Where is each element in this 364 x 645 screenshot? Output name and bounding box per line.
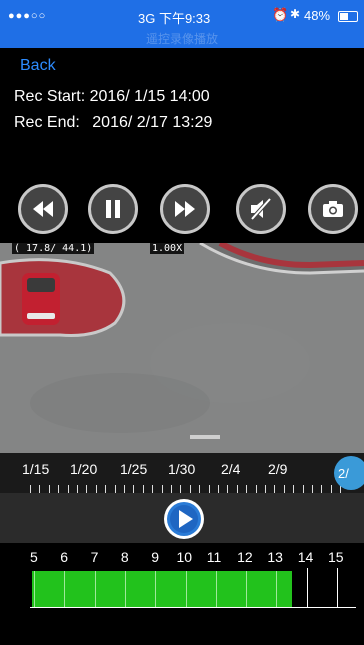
hour-tick-line — [64, 571, 66, 607]
hour-tick-line — [276, 571, 278, 607]
alarm-icon: ⏰ — [272, 7, 289, 22]
rec-start-row: Rec Start: 2016/ 1/15 14:00 — [14, 88, 210, 106]
date-ticks — [30, 483, 360, 493]
back-button[interactable]: Back — [20, 57, 56, 75]
hour-tick-label: 6 — [60, 549, 69, 565]
rewind-button[interactable] — [18, 184, 68, 234]
rec-start-label: Rec Start: — [14, 88, 86, 105]
video-view[interactable] — [0, 243, 364, 453]
date-tick-label: 1/25 — [120, 461, 148, 477]
hour-tick-line — [337, 568, 338, 608]
date-tick — [218, 485, 219, 493]
hour-tick-label: 14 — [297, 549, 314, 565]
hour-axis — [30, 607, 356, 608]
network-time: 3G 下午9:33 — [138, 11, 211, 26]
hour-tick-label: 12 — [237, 549, 253, 565]
date-tick — [30, 485, 31, 493]
rec-start-value: 2016/ 1/15 14:00 — [89, 88, 210, 105]
date-tick — [189, 485, 191, 493]
page-title: 遥控录像播放 — [145, 32, 218, 46]
battery-icon — [338, 11, 358, 22]
date-tick-label: 2/4 — [221, 461, 241, 477]
date-tick — [133, 485, 135, 493]
date-tick — [274, 485, 276, 493]
playback-controls — [0, 184, 364, 242]
video-coordinates-overlay: ( 17.8/ 44.1) — [12, 243, 95, 254]
status-bar: ●●●○○ 3G 下午9:33 ⏰ ✱ 48% 遥控录像播放 — [0, 0, 364, 48]
signal-strength-icon: ●●●○○ — [8, 10, 47, 22]
fast-forward-icon — [175, 201, 195, 217]
date-tick — [171, 485, 172, 493]
date-tick — [265, 485, 266, 493]
hour-tick-line — [306, 568, 308, 608]
hour-tick-line — [246, 571, 248, 607]
play-icon — [167, 502, 201, 536]
date-tick — [161, 485, 163, 493]
hour-tick-label: 9 — [151, 549, 159, 565]
hour-tick-label: 13 — [267, 549, 283, 565]
hour-tick-line — [34, 571, 35, 607]
play-button[interactable] — [164, 499, 204, 539]
mute-icon — [250, 197, 272, 221]
snapshot-button[interactable] — [308, 184, 358, 234]
date-tick — [142, 485, 144, 493]
date-tick — [199, 485, 201, 493]
hour-tick-label: 5 — [30, 549, 38, 565]
hour-tick-label: 15 — [328, 549, 344, 565]
date-tick — [86, 485, 88, 493]
date-tick — [227, 485, 229, 493]
date-tick — [124, 485, 125, 493]
pause-icon — [106, 200, 120, 218]
bluetooth-icon: ✱ — [290, 7, 301, 21]
date-tick — [321, 485, 323, 493]
rec-end-row: Rec End: 2016/ 2/17 13:29 — [14, 114, 212, 132]
date-tick — [180, 485, 182, 493]
hour-tick-line — [94, 571, 96, 607]
date-tick — [67, 485, 69, 493]
date-tick-label: 1/15 — [22, 461, 50, 477]
camera-icon — [323, 201, 343, 217]
date-tick — [105, 485, 107, 493]
date-tick — [58, 485, 60, 493]
rec-end-label: Rec End: — [14, 114, 80, 131]
date-tick — [330, 485, 332, 493]
mute-button[interactable] — [236, 184, 286, 234]
date-tick — [283, 485, 285, 493]
hour-tick-label: 10 — [176, 549, 193, 565]
date-tick — [255, 485, 257, 493]
date-tick — [77, 485, 78, 493]
date-tick — [302, 485, 304, 493]
hour-tick-line — [215, 571, 217, 607]
battery-percent: 48% — [304, 8, 331, 23]
hour-tick-label: 11 — [206, 549, 222, 565]
date-tick — [48, 485, 50, 493]
date-tick — [312, 485, 313, 493]
date-tick-label: 1/20 — [70, 461, 98, 477]
date-tick — [246, 485, 248, 493]
date-tick-label: 1/30 — [168, 461, 196, 477]
date-tick — [208, 485, 210, 493]
hour-tick-line — [185, 571, 187, 607]
date-tick — [114, 485, 116, 493]
date-tick — [293, 485, 295, 493]
rewind-icon — [33, 201, 53, 217]
date-tick-label: 2/9 — [268, 461, 288, 477]
camera-feed-image — [0, 243, 364, 453]
date-tick — [95, 485, 97, 493]
recorded-segment — [32, 571, 292, 607]
fast-forward-button[interactable] — [160, 184, 210, 234]
date-tick — [152, 485, 154, 493]
date-tick — [39, 485, 41, 493]
hour-tick-line — [155, 571, 157, 607]
hour-tick-line — [124, 571, 126, 607]
hour-tick-label: 7 — [90, 549, 99, 565]
hour-tick-label: 8 — [120, 549, 129, 565]
date-timeline[interactable]: 1/15 1/20 1/25 1/30 2/4 2/9 — [0, 453, 364, 493]
video-zoom-overlay: 1.00X — [150, 243, 185, 254]
pause-button[interactable] — [88, 184, 138, 234]
rec-end-value: 2016/ 2/17 13:29 — [92, 114, 213, 131]
date-tick — [236, 485, 238, 493]
date-slider-handle[interactable]: 2/ — [334, 456, 364, 490]
